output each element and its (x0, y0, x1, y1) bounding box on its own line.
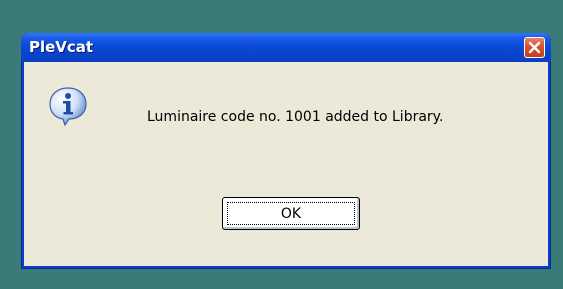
info-icon (49, 87, 87, 126)
dialog-message: Luminaire code no. 1001 added to Library… (147, 109, 444, 125)
ok-button-label: OK (280, 205, 302, 222)
close-icon (528, 41, 541, 54)
message-dialog: PleVcat Luminaire code no. 1001 added to… (21, 33, 551, 269)
close-button[interactable] (524, 37, 545, 58)
title-bar[interactable]: PleVcat (21, 33, 551, 62)
window-title: PleVcat (29, 38, 94, 56)
ok-button[interactable]: OK (222, 197, 360, 230)
dialog-body: Luminaire code no. 1001 added to Library… (24, 62, 548, 266)
